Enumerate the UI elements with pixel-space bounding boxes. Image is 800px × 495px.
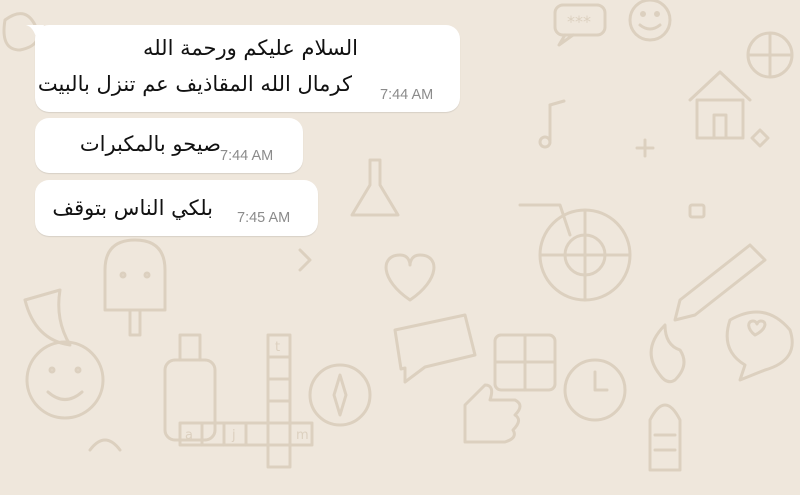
message-timestamp: 7:44 AM bbox=[220, 148, 274, 164]
message-text-line: السلام عليكم ورحمة الله bbox=[142, 36, 358, 60]
message-bubble[interactable]: بلكي الناس بتوقف 7:45 AM bbox=[35, 180, 318, 236]
message-list: السلام عليكم ورحمة الله كرمال الله المقا… bbox=[0, 0, 800, 495]
message-text-line: صيحو بالمكبرات bbox=[79, 132, 221, 156]
message-bubble[interactable]: السلام عليكم ورحمة الله كرمال الله المقا… bbox=[26, 25, 460, 112]
message-timestamp: 7:44 AM bbox=[380, 87, 434, 103]
message-text-line: بلكي الناس بتوقف bbox=[52, 196, 213, 220]
message-text-line: كرمال الله المقاذيف عم تنزل بالبيت bbox=[37, 72, 352, 96]
message-timestamp: 7:45 AM bbox=[237, 210, 291, 226]
bubble-tail-icon bbox=[26, 25, 44, 41]
message-bubble[interactable]: صيحو بالمكبرات 7:44 AM bbox=[35, 118, 303, 173]
